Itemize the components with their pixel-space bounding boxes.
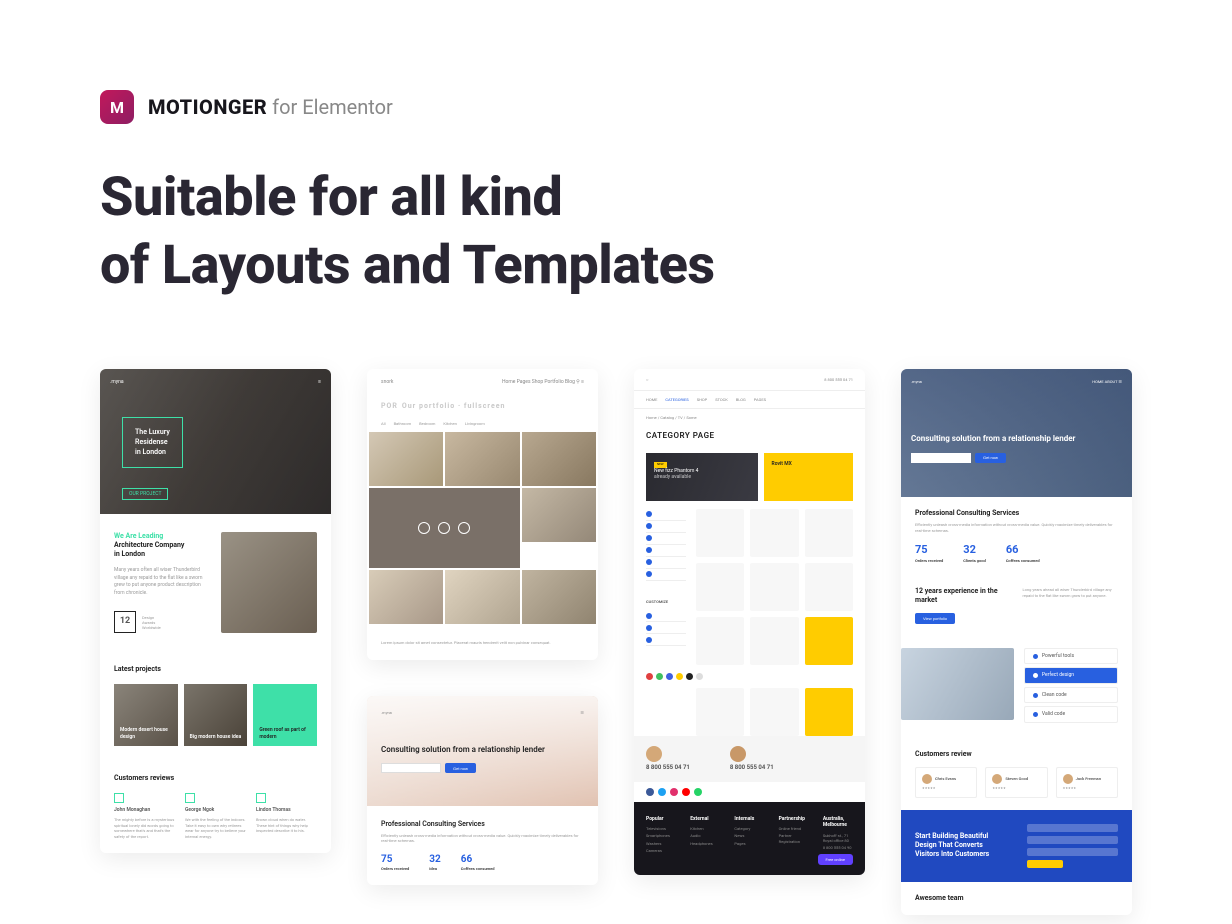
t1-reviews-heading: Customers reviews — [114, 774, 317, 783]
brand-row: M MOTIONGER for Elementor — [100, 90, 1132, 124]
template-ecommerce: ○8 800 555 04 71 HOMECATEGORIESSHOPSTOCK… — [634, 369, 865, 875]
brand-text: MOTIONGER for Elementor — [148, 95, 393, 119]
template-architecture: .myna≡ The LuxuryResidensein London OUR … — [100, 369, 331, 853]
gallery-col-4: .mynaHOME ABOUT ☰ Consulting solution fr… — [901, 369, 1132, 915]
logo-icon: M — [100, 90, 134, 124]
t1-hero: .myna≡ The LuxuryResidensein London OUR … — [100, 369, 331, 514]
brand-name: MOTIONGER — [148, 95, 267, 119]
headline: Suitable for all kind of Layouts and Tem… — [100, 164, 1132, 299]
t1-projects-heading: Latest projects — [114, 665, 317, 674]
gallery-col-3: ○8 800 555 04 71 HOMECATEGORIESSHOPSTOCK… — [634, 369, 865, 875]
t1-hero-btn: OUR PROJECT — [122, 488, 168, 501]
brand-suffix: for Elementor — [272, 95, 393, 119]
template-gallery: .myna≡ The LuxuryResidensein London OUR … — [100, 369, 1132, 915]
gallery-col-1: .myna≡ The LuxuryResidensein London OUR … — [100, 369, 331, 853]
template-portfolio: snorkHome Pages Shop Portfolio Blog ⚲ ≡ … — [367, 369, 598, 660]
template-consulting-small: .myna☰ Consulting solution from a relati… — [367, 696, 598, 886]
t1-hero-title: The LuxuryResidensein London — [122, 417, 183, 468]
template-consulting-full: .mynaHOME ABOUT ☰ Consulting solution fr… — [901, 369, 1132, 915]
gallery-col-2: snorkHome Pages Shop Portfolio Blog ⚲ ≡ … — [367, 369, 598, 885]
